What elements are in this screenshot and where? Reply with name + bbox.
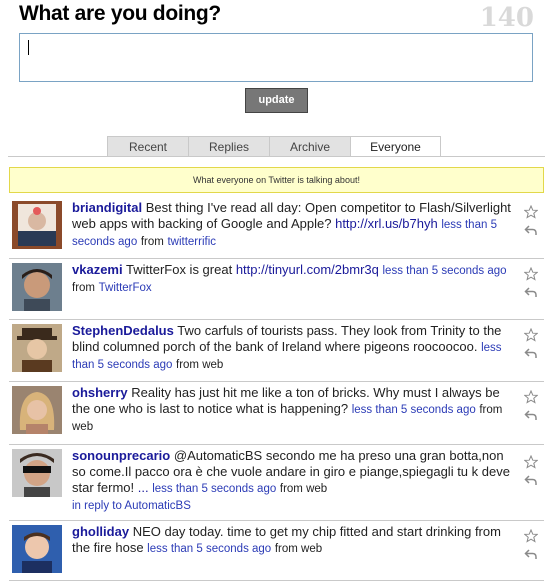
tweet: vkazemi TwitterFox is great http://tinyu… — [9, 259, 544, 320]
tweet-from: from web — [279, 483, 328, 495]
tab-everyone[interactable]: Everyone — [350, 136, 441, 157]
reply-icon[interactable] — [524, 473, 538, 487]
notice-banner: What everyone on Twitter is talking abou… — [9, 167, 544, 193]
status-input[interactable] — [19, 33, 533, 82]
reply-icon[interactable] — [524, 285, 538, 299]
tweet-username[interactable]: sonounprecario — [72, 448, 170, 463]
tweet-body: ohsherry Reality has just hit me like a … — [72, 385, 518, 435]
star-icon[interactable] — [524, 529, 538, 543]
tweet-timestamp[interactable]: less than 5 seconds ago — [383, 265, 507, 277]
avatar[interactable] — [12, 324, 62, 372]
avatar[interactable] — [12, 449, 62, 497]
tab-divider — [8, 156, 545, 157]
tweet: briandigital Best thing I've read all da… — [9, 197, 544, 259]
update-button[interactable]: update — [245, 88, 308, 113]
text-caret — [28, 40, 29, 55]
tweet-more-link[interactable]: ... — [138, 480, 149, 495]
tab-recent[interactable]: Recent — [107, 136, 188, 157]
character-counter: 140 — [479, 3, 534, 33]
tab-archive[interactable]: Archive — [269, 136, 350, 157]
tweet-body: gholliday NEO day today. time to get my … — [72, 524, 518, 557]
tweet-username[interactable]: vkazemi — [72, 262, 123, 277]
tweet-timestamp[interactable]: less than 5 seconds ago — [147, 543, 271, 555]
tweet-username[interactable]: gholliday — [72, 524, 129, 539]
tweet-actions — [524, 529, 540, 565]
reply-icon[interactable] — [524, 547, 538, 561]
tweet: StephenDedalus Two carfuls of tourists p… — [9, 320, 544, 382]
tweet-body: sonounprecario @AutomaticBS secondo me h… — [72, 448, 518, 514]
star-icon[interactable] — [524, 205, 538, 219]
tweet-timestamp[interactable]: less than 5 seconds ago — [152, 483, 276, 495]
tweet-source[interactable]: TwitterFox — [99, 282, 152, 294]
avatar[interactable] — [12, 201, 62, 249]
tweet-source[interactable]: twitterrific — [167, 236, 216, 248]
page-title: What are you doing? — [19, 2, 221, 25]
tweet: sonounprecario @AutomaticBS secondo me h… — [9, 445, 544, 521]
tweet-from: from web — [274, 543, 323, 555]
tweet: ohsherry Reality has just hit me like a … — [9, 382, 544, 445]
tweet-username[interactable]: ohsherry — [72, 385, 128, 400]
avatar[interactable] — [12, 263, 62, 311]
tweet-in-reply-link[interactable]: in reply to AutomaticBS — [72, 500, 191, 512]
timeline-tabs: Recent Replies Archive Everyone — [107, 136, 441, 157]
star-icon[interactable] — [524, 390, 538, 404]
tab-replies[interactable]: Replies — [188, 136, 269, 157]
timeline: briandigital Best thing I've read all da… — [9, 197, 544, 581]
tweet-actions — [524, 267, 540, 303]
tweet-body: StephenDedalus Two carfuls of tourists p… — [72, 323, 518, 373]
tweet-username[interactable]: StephenDedalus — [72, 323, 174, 338]
tweet-text: TwitterFox is great — [125, 262, 233, 277]
tweet-from: from web — [176, 359, 224, 371]
tweet-from: from — [72, 282, 95, 294]
tweet-from: from — [140, 236, 164, 248]
tweet-actions — [524, 455, 540, 491]
star-icon[interactable] — [524, 267, 538, 281]
tweet-body: vkazemi TwitterFox is great http://tinyu… — [72, 262, 518, 296]
star-icon[interactable] — [524, 455, 538, 469]
tweet-actions — [524, 390, 540, 426]
avatar[interactable] — [12, 386, 62, 434]
reply-icon[interactable] — [524, 346, 538, 360]
tweet-actions — [524, 205, 540, 241]
avatar[interactable] — [12, 525, 62, 573]
reply-icon[interactable] — [524, 408, 538, 422]
tweet-body: briandigital Best thing I've read all da… — [72, 200, 518, 250]
header: What are you doing? 140 — [19, 2, 534, 33]
tweet-timestamp[interactable]: less than 5 seconds ago — [352, 404, 476, 416]
star-icon[interactable] — [524, 328, 538, 342]
tweet: gholliday NEO day today. time to get my … — [9, 521, 544, 581]
reply-icon[interactable] — [524, 223, 538, 237]
tweet-actions — [524, 328, 540, 364]
tweet-link[interactable]: http://tinyurl.com/2bmr3q — [236, 262, 379, 277]
tweet-link[interactable]: http://xrl.us/b7hyh — [335, 216, 438, 231]
tweet-username[interactable]: briandigital — [72, 200, 142, 215]
